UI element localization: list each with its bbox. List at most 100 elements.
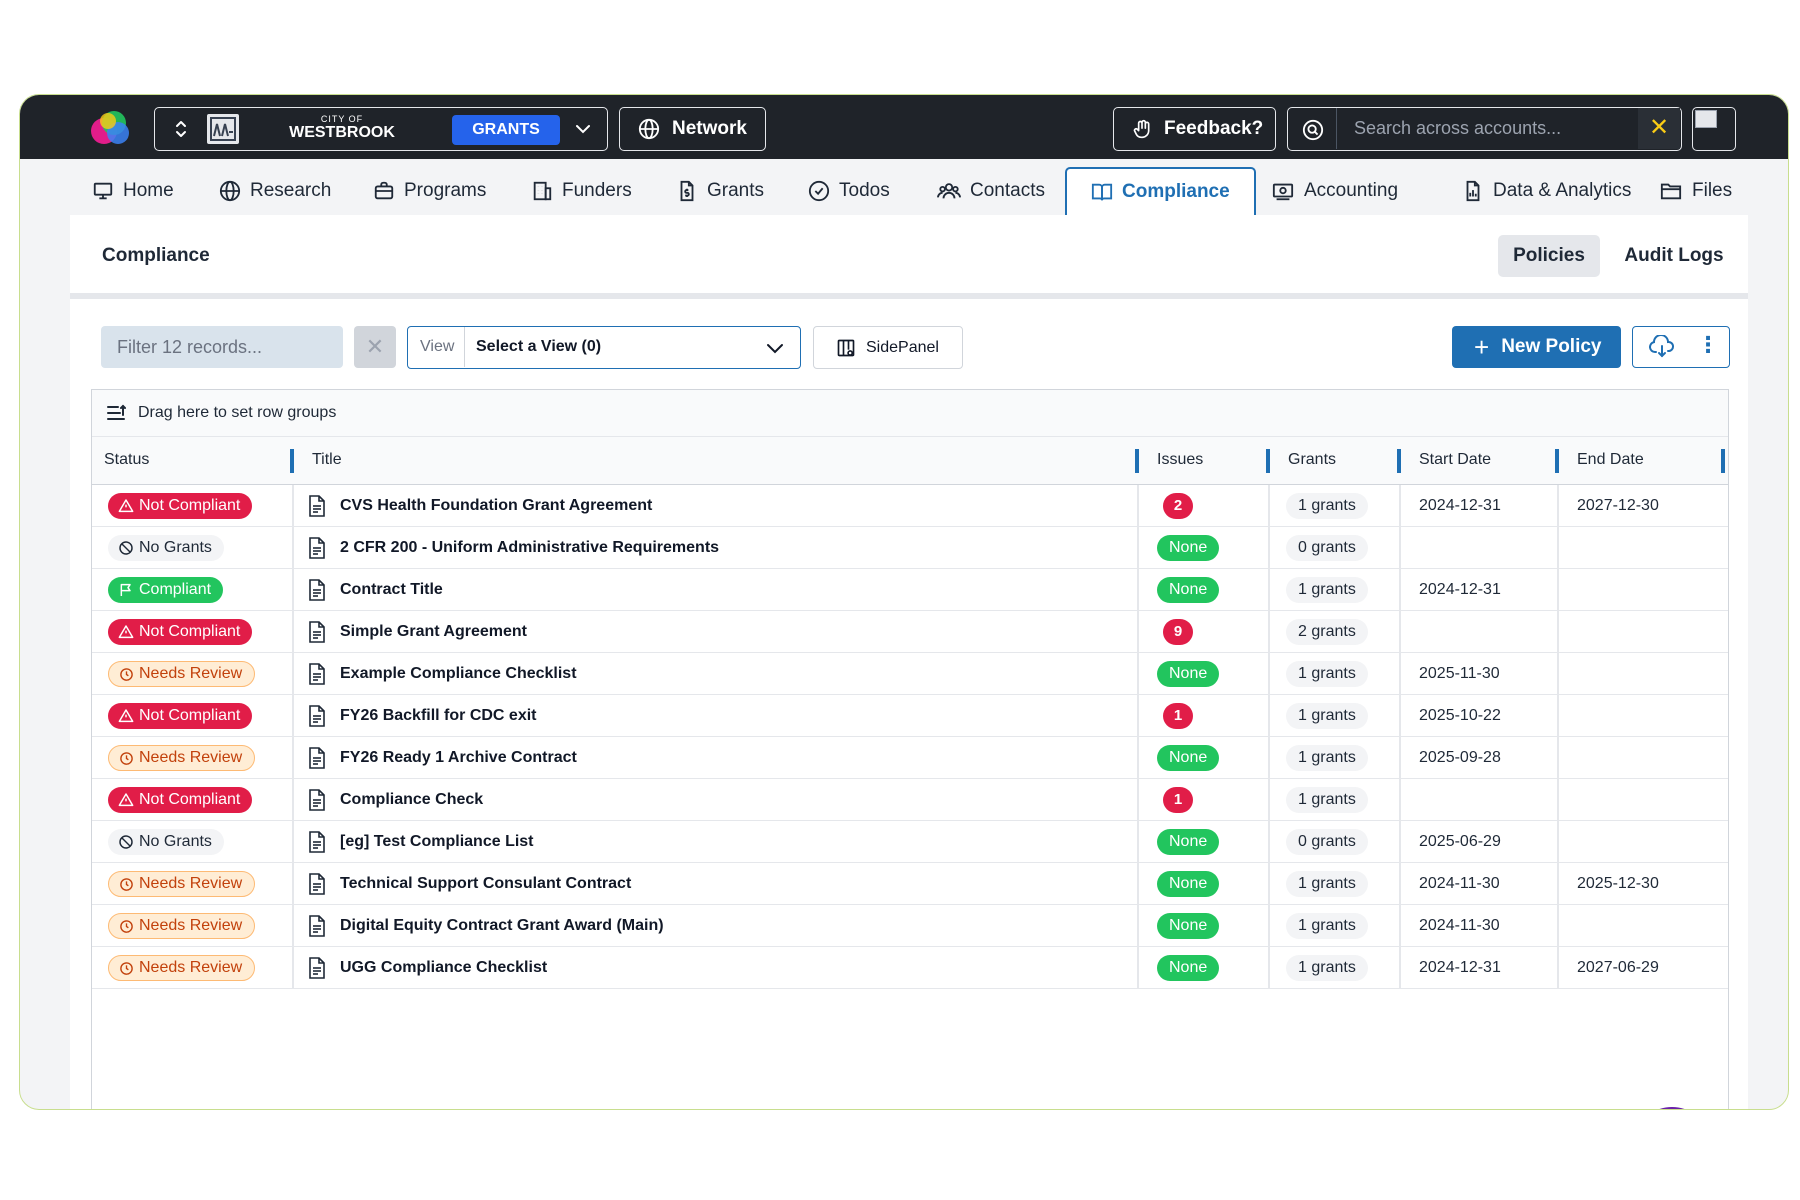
table-row[interactable]: Needs Review Technical Support Consulant … xyxy=(92,863,1728,905)
filter-input[interactable] xyxy=(101,326,343,368)
table-row[interactable]: No Grants [eg] Test Compliance List None 0 … xyxy=(92,821,1728,863)
grants-count-badge[interactable]: 1 grants xyxy=(1286,913,1368,939)
app-logo[interactable] xyxy=(88,107,132,147)
issues-badge[interactable]: 9 xyxy=(1163,619,1193,645)
table-row[interactable]: Needs Review Example Compliance Checklist… xyxy=(92,653,1728,695)
issues-badge[interactable]: None xyxy=(1157,661,1220,687)
grants-count-badge[interactable]: 2 grants xyxy=(1286,619,1368,645)
table-row[interactable]: Not Compliant FY26 Backfill for CDC exit 1… xyxy=(92,695,1728,737)
issues-badge[interactable]: None xyxy=(1157,829,1220,855)
column-header-issues[interactable]: Issues xyxy=(1157,451,1203,469)
grants-count-badge[interactable]: 0 grants xyxy=(1286,535,1368,561)
new-policy-button[interactable]: + New Policy xyxy=(1452,326,1621,368)
title-cell[interactable]: Contract Title xyxy=(308,569,443,611)
status-badge[interactable]: Needs Review xyxy=(108,913,256,939)
title-cell[interactable]: CVS Health Foundation Grant Agreement xyxy=(308,485,652,527)
nav-item-research[interactable]: Research xyxy=(219,167,331,215)
grants-count-badge[interactable]: 1 grants xyxy=(1286,493,1368,519)
cloud-download-icon[interactable] xyxy=(1649,335,1675,359)
clear-filter-button[interactable]: ✕ xyxy=(354,326,396,368)
nav-item-funders[interactable]: Funders xyxy=(531,167,632,215)
issues-badge[interactable]: 1 xyxy=(1163,703,1193,729)
table-row[interactable]: Not Compliant CVS Health Foundation Grant… xyxy=(92,485,1728,527)
nav-item-accounting[interactable]: Accounting xyxy=(1271,167,1398,215)
column-resize-handle[interactable] xyxy=(1397,449,1401,473)
title-cell[interactable]: 2 CFR 200 - Uniform Administrative Requi… xyxy=(308,527,719,569)
grants-count-badge[interactable]: 1 grants xyxy=(1286,577,1368,603)
nav-item-programs[interactable]: Programs xyxy=(373,167,486,215)
status-badge[interactable]: Not Compliant xyxy=(108,619,253,645)
title-cell[interactable]: Digital Equity Contract Grant Award (Mai… xyxy=(308,905,664,947)
column-resize-handle[interactable] xyxy=(290,449,294,473)
grants-count-badge[interactable]: 1 grants xyxy=(1286,745,1368,771)
tab-policies[interactable]: Policies xyxy=(1498,235,1600,277)
grants-count-badge[interactable]: 1 grants xyxy=(1286,787,1368,813)
column-header-status[interactable]: Status xyxy=(104,451,149,469)
table-row[interactable]: Needs Review FY26 Ready 1 Archive Contrac… xyxy=(92,737,1728,779)
status-badge[interactable]: Compliant xyxy=(108,577,224,603)
chevron-down-icon[interactable] xyxy=(573,119,593,139)
issues-badge[interactable]: None xyxy=(1157,913,1220,939)
column-header-end-date[interactable]: End Date xyxy=(1577,451,1644,469)
export-actions-button[interactable]: ⋮ xyxy=(1632,326,1730,368)
title-cell[interactable]: Example Compliance Checklist xyxy=(308,653,577,695)
grants-count-badge[interactable]: 1 grants xyxy=(1286,661,1368,687)
table-row[interactable]: Not Compliant Simple Grant Agreement 9 2 gr… xyxy=(92,611,1728,653)
title-cell[interactable]: UGG Compliance Checklist xyxy=(308,947,547,989)
row-group-dropzone[interactable]: Drag here to set row groups xyxy=(92,390,1728,437)
status-badge[interactable]: Needs Review xyxy=(108,661,256,687)
view-select[interactable]: View Select a View (0) xyxy=(407,326,801,369)
table-row[interactable]: Compliant Contract Title None 1 grants 2024-… xyxy=(92,569,1728,611)
title-cell[interactable]: FY26 Ready 1 Archive Contract xyxy=(308,737,577,779)
table-row[interactable]: Needs Review Digital Equity Contract Gran… xyxy=(92,905,1728,947)
column-resize-handle[interactable] xyxy=(1135,449,1139,473)
status-badge[interactable]: Not Compliant xyxy=(108,787,253,813)
issues-badge[interactable]: None xyxy=(1157,535,1220,561)
account-switcher[interactable]: CITY OF WESTBROOK GRANTS xyxy=(154,107,608,151)
nav-item-home[interactable]: Home xyxy=(92,167,174,215)
nav-item-files[interactable]: Files xyxy=(1659,167,1732,215)
issues-badge[interactable]: 2 xyxy=(1163,493,1193,519)
column-header-grants[interactable]: Grants xyxy=(1288,451,1336,469)
grants-count-badge[interactable]: 1 grants xyxy=(1286,703,1368,729)
status-badge[interactable]: No Grants xyxy=(108,535,224,561)
status-badge[interactable]: Needs Review xyxy=(108,745,256,771)
column-resize-handle[interactable] xyxy=(1266,449,1270,473)
column-header-title[interactable]: Title xyxy=(312,451,342,469)
status-badge[interactable]: Not Compliant xyxy=(108,703,253,729)
issues-badge[interactable]: None xyxy=(1157,871,1220,897)
issues-badge[interactable]: None xyxy=(1157,955,1220,981)
title-cell[interactable]: FY26 Backfill for CDC exit xyxy=(308,695,537,737)
column-header-start-date[interactable]: Start Date xyxy=(1419,451,1491,469)
close-icon[interactable]: ✕ xyxy=(1638,108,1680,149)
sidepanel-button[interactable]: SidePanel xyxy=(813,326,963,369)
table-row[interactable]: Needs Review UGG Compliance Checklist None… xyxy=(92,947,1728,989)
table-row[interactable]: No Grants 2 CFR 200 - Uniform Administrat… xyxy=(92,527,1728,569)
grants-count-badge[interactable]: 1 grants xyxy=(1286,955,1368,981)
nav-item-todos[interactable]: Todos xyxy=(808,167,890,215)
status-badge[interactable]: No Grants xyxy=(108,829,224,855)
search-input[interactable] xyxy=(1338,108,1638,149)
feedback-button[interactable]: Feedback? xyxy=(1113,107,1276,151)
title-cell[interactable]: Compliance Check xyxy=(308,779,483,821)
column-resize-handle[interactable] xyxy=(1721,449,1725,473)
issues-badge[interactable]: 1 xyxy=(1163,787,1193,813)
status-badge[interactable]: Needs Review xyxy=(108,871,256,897)
network-button[interactable]: Network xyxy=(619,107,766,151)
title-cell[interactable]: Simple Grant Agreement xyxy=(308,611,527,653)
tab-audit-logs[interactable]: Audit Logs xyxy=(1614,235,1734,277)
issues-badge[interactable]: None xyxy=(1157,745,1220,771)
status-badge[interactable]: Needs Review xyxy=(108,955,256,981)
column-resize-handle[interactable] xyxy=(1555,449,1559,473)
nav-item-contacts[interactable]: Contacts xyxy=(937,167,1045,215)
nav-item-compliance[interactable]: Compliance xyxy=(1065,167,1256,215)
title-cell[interactable]: Technical Support Consulant Contract xyxy=(308,863,631,905)
grants-count-badge[interactable]: 0 grants xyxy=(1286,829,1368,855)
user-avatar-button[interactable] xyxy=(1692,107,1736,151)
title-cell[interactable]: [eg] Test Compliance List xyxy=(308,821,534,863)
issues-badge[interactable]: None xyxy=(1157,577,1220,603)
nav-item-grants[interactable]: Grants xyxy=(676,167,764,215)
kebab-menu-icon[interactable]: ⋮ xyxy=(1697,333,1719,357)
grants-count-badge[interactable]: 1 grants xyxy=(1286,871,1368,897)
table-row[interactable]: Not Compliant Compliance Check 1 1 grants xyxy=(92,779,1728,821)
